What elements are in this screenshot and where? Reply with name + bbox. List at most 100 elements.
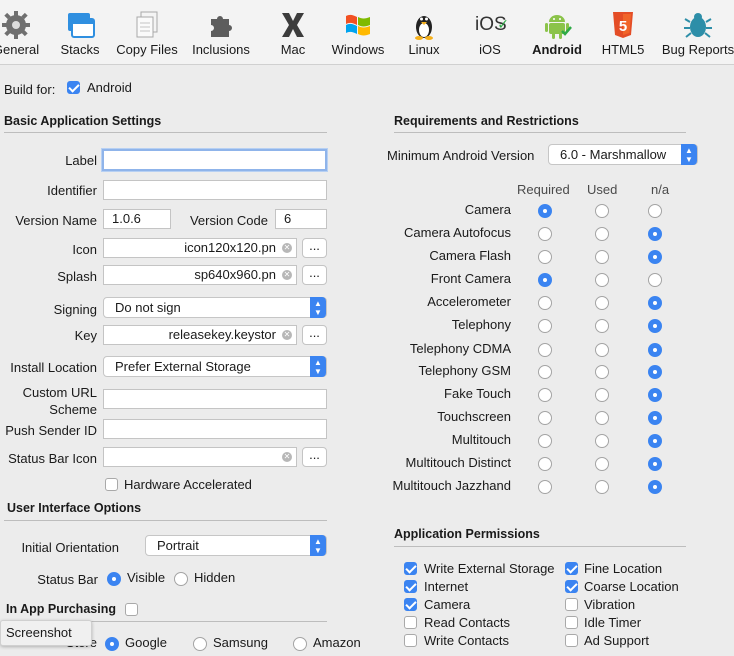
requirement-required-radio[interactable] xyxy=(538,204,552,218)
min-android-version-popup[interactable]: 6.0 - Marshmallow ▲ ▼ xyxy=(548,144,698,165)
column-required-label: Required xyxy=(517,182,570,197)
requirement-na-radio[interactable] xyxy=(648,227,662,241)
tab-stacks[interactable]: Stacks xyxy=(52,0,108,62)
permission-checkbox[interactable] xyxy=(404,580,417,593)
permission-checkbox[interactable] xyxy=(404,616,417,629)
version-code-input[interactable]: 6 xyxy=(275,209,327,229)
requirement-required-radio[interactable] xyxy=(538,296,552,310)
requirement-used-radio[interactable] xyxy=(595,434,609,448)
initial-orientation-popup[interactable]: Portrait ▲ ▼ xyxy=(145,535,327,556)
permission-checkbox[interactable] xyxy=(404,598,417,611)
label-input[interactable] xyxy=(102,149,327,171)
requirement-used-radio[interactable] xyxy=(595,365,609,379)
requirement-na-radio[interactable] xyxy=(648,343,662,357)
permission-checkbox[interactable] xyxy=(565,562,578,575)
status-bar-icon-browse-button[interactable]: ... xyxy=(302,447,327,467)
permission-checkbox[interactable] xyxy=(404,634,417,647)
in-app-purchasing-checkbox[interactable] xyxy=(125,603,138,616)
splash-browse-button[interactable]: ... xyxy=(302,265,327,285)
requirement-used-radio[interactable] xyxy=(595,319,609,333)
store-amazon-radio[interactable] xyxy=(293,637,307,651)
requirement-na-radio[interactable] xyxy=(648,250,662,264)
signing-popup[interactable]: Do not sign ▲ ▼ xyxy=(103,297,327,318)
tab-copy-files[interactable]: Copy Files xyxy=(110,0,184,62)
status-bar-icon-label: Status Bar Icon xyxy=(8,451,97,466)
permission-checkbox[interactable] xyxy=(565,598,578,611)
tab-general[interactable]: General xyxy=(0,0,48,62)
requirement-na-radio[interactable] xyxy=(648,319,662,333)
permission-checkbox[interactable] xyxy=(565,580,578,593)
requirement-required-radio[interactable] xyxy=(538,250,552,264)
status-bar-visible-radio[interactable] xyxy=(107,572,121,586)
install-location-popup[interactable]: Prefer External Storage ▲ ▼ xyxy=(103,356,327,377)
requirement-required-radio[interactable] xyxy=(538,434,552,448)
requirement-used-radio[interactable] xyxy=(595,343,609,357)
requirement-na-radio[interactable] xyxy=(648,411,662,425)
requirement-required-radio[interactable] xyxy=(538,365,552,379)
requirement-used-radio[interactable] xyxy=(595,273,609,287)
permission-checkbox[interactable] xyxy=(565,616,578,629)
clear-icon[interactable]: ✕ xyxy=(282,243,292,253)
requirement-required-radio[interactable] xyxy=(538,273,552,287)
requirement-na-radio[interactable] xyxy=(648,457,662,471)
key-path-field[interactable]: releasekey.keystor ✕ xyxy=(103,325,297,345)
requirement-na-radio[interactable] xyxy=(648,365,662,379)
requirement-required-radio[interactable] xyxy=(538,457,552,471)
requirement-na-radio[interactable] xyxy=(648,296,662,310)
tab-bug-reports[interactable]: Bug Reports xyxy=(660,0,734,62)
status-bar-hidden-radio[interactable] xyxy=(174,572,188,586)
key-browse-button[interactable]: ... xyxy=(302,325,327,345)
tab-android[interactable]: Android xyxy=(526,0,588,62)
build-for-android-checkbox[interactable] xyxy=(67,81,80,94)
requirement-label: Telephony GSM xyxy=(418,363,512,378)
splash-path-field[interactable]: sp640x960.pn ✕ xyxy=(103,265,297,285)
clear-icon[interactable]: ✕ xyxy=(282,270,292,280)
clear-icon[interactable]: ✕ xyxy=(282,452,292,462)
requirement-used-radio[interactable] xyxy=(595,480,609,494)
requirement-na-radio[interactable] xyxy=(648,388,662,402)
puzzle-icon xyxy=(211,16,232,37)
push-sender-input[interactable] xyxy=(103,419,327,439)
requirement-required-radio[interactable] xyxy=(538,388,552,402)
requirement-na-radio[interactable] xyxy=(648,480,662,494)
store-samsung-radio[interactable] xyxy=(193,637,207,651)
requirement-required-radio[interactable] xyxy=(538,343,552,357)
icon-path-field[interactable]: icon120x120.pn ✕ xyxy=(103,238,297,258)
clear-icon[interactable]: ✕ xyxy=(282,330,292,340)
requirement-required-radio[interactable] xyxy=(538,411,552,425)
custom-url-input[interactable] xyxy=(103,389,327,409)
requirement-used-radio[interactable] xyxy=(595,411,609,425)
requirement-used-radio[interactable] xyxy=(595,250,609,264)
tab-mac[interactable]: Mac xyxy=(268,0,318,62)
icon-browse-button[interactable]: ... xyxy=(302,238,327,258)
version-name-input[interactable]: 1.0.6 xyxy=(103,209,171,229)
hardware-accelerated-checkbox[interactable] xyxy=(105,478,118,491)
requirement-na-radio[interactable] xyxy=(648,204,662,218)
store-google-radio[interactable] xyxy=(105,637,119,651)
label-field-label: Label xyxy=(65,153,97,168)
tab-windows[interactable]: Windows xyxy=(326,0,390,62)
requirement-label: Multitouch Jazzhand xyxy=(392,478,511,493)
tab-html5[interactable]: 5 HTML5 xyxy=(594,0,652,62)
requirement-used-radio[interactable] xyxy=(595,204,609,218)
requirement-used-radio[interactable] xyxy=(595,296,609,310)
requirement-required-radio[interactable] xyxy=(538,480,552,494)
chevron-updown-icon: ▲ ▼ xyxy=(310,356,326,377)
status-bar-icon-field[interactable]: ✕ xyxy=(103,447,297,467)
tab-ios[interactable]: iOS ✓ iOS xyxy=(464,0,516,62)
identifier-input[interactable] xyxy=(103,180,327,200)
tab-inclusions[interactable]: Inclusions xyxy=(188,0,254,62)
requirement-required-radio[interactable] xyxy=(538,227,552,241)
permission-checkbox[interactable] xyxy=(565,634,578,647)
tab-linux[interactable]: Linux xyxy=(398,0,450,62)
requirement-used-radio[interactable] xyxy=(595,388,609,402)
requirement-required-radio[interactable] xyxy=(538,319,552,333)
android-icon xyxy=(545,15,572,39)
requirement-na-radio[interactable] xyxy=(648,434,662,448)
requirement-used-radio[interactable] xyxy=(595,227,609,241)
requirement-used-radio[interactable] xyxy=(595,457,609,471)
requirement-na-radio[interactable] xyxy=(648,273,662,287)
permission-checkbox[interactable] xyxy=(404,562,417,575)
ui-options-heading: User Interface Options xyxy=(7,501,142,515)
signing-value: Do not sign xyxy=(115,300,181,315)
